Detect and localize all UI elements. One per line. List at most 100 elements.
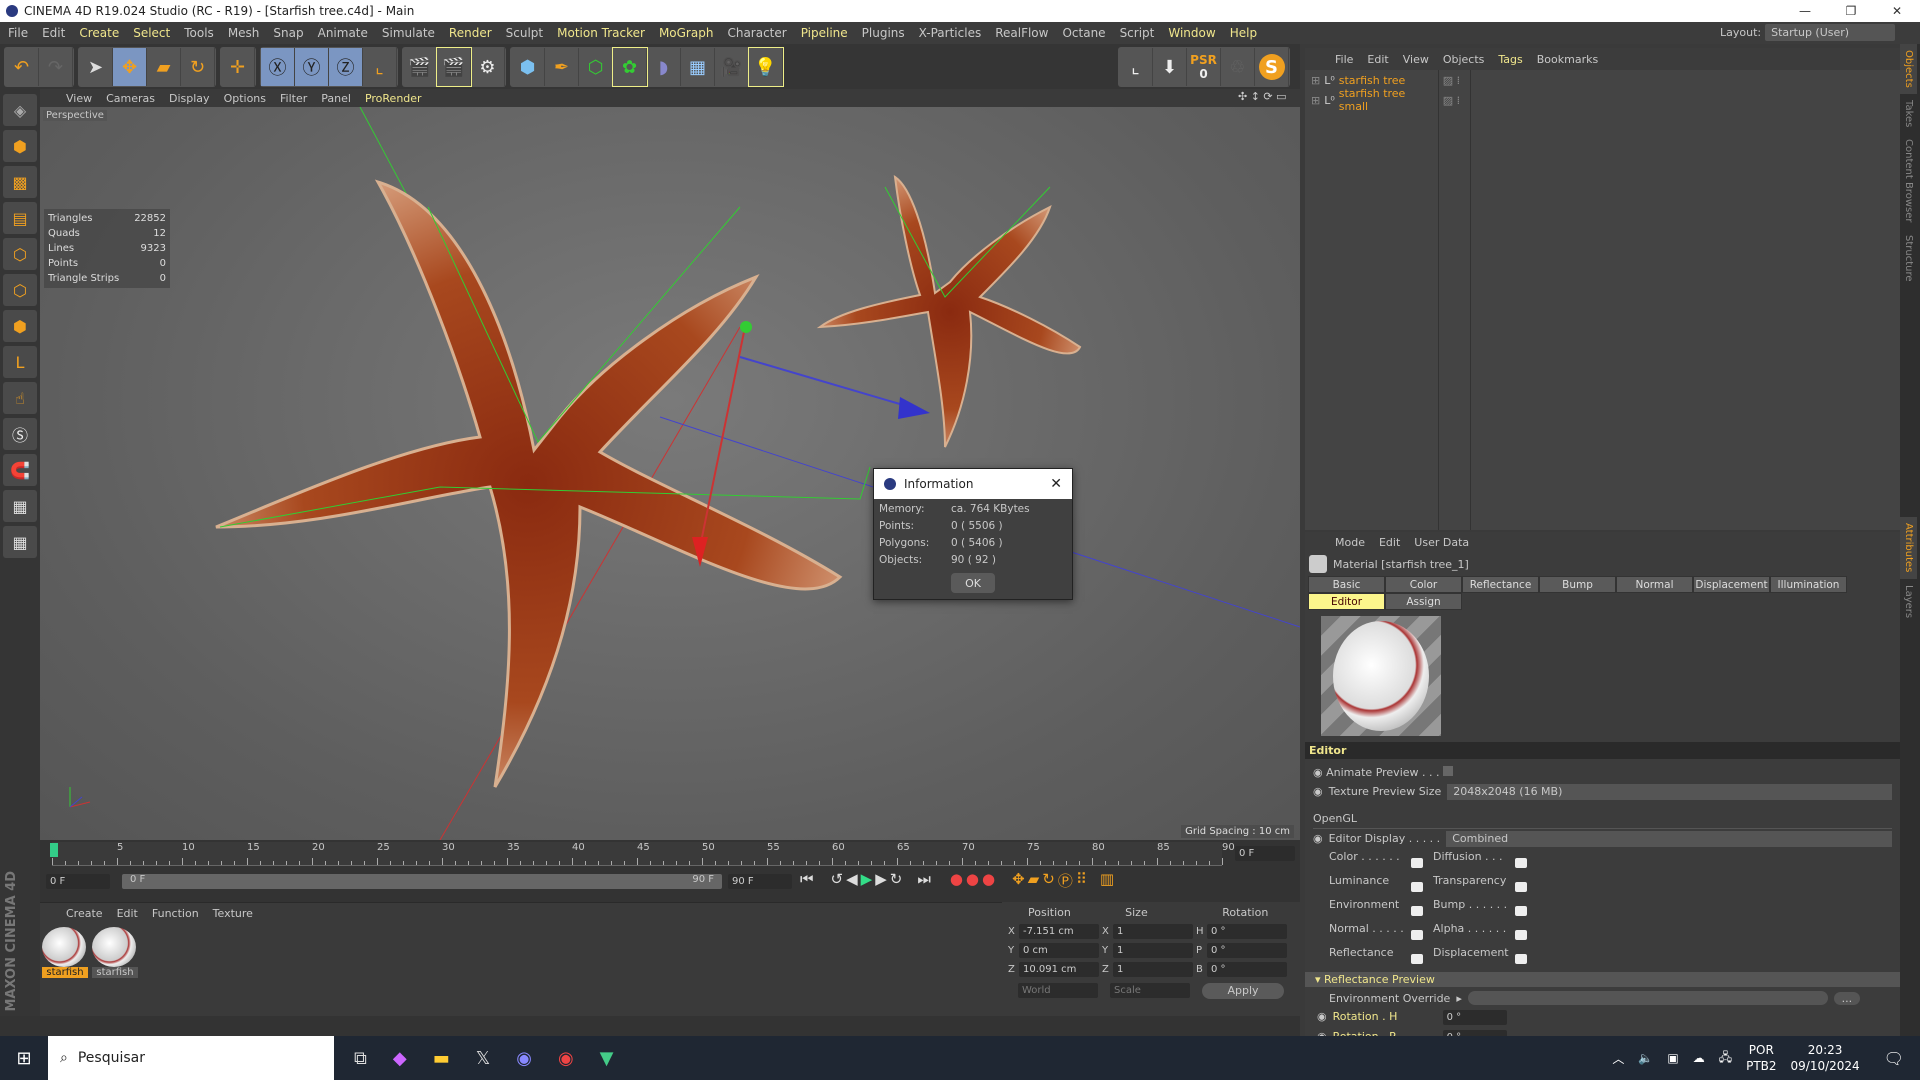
tweak-icon[interactable]: ☝ [3,382,37,414]
network-icon[interactable]: 🖧 [1719,1048,1732,1069]
tab-assign[interactable]: Assign [1385,593,1462,610]
side-tab-content-browser[interactable]: Content Browser [1900,133,1917,228]
viewport-menu-filter[interactable]: Filter [280,92,307,105]
menu-octane[interactable]: Octane [1062,26,1105,40]
channel-toggle[interactable]: Alpha . . . . . . [1433,920,1537,944]
viewport-menu-cameras[interactable]: Cameras [106,92,155,105]
coord-field[interactable]: 0 ° [1207,943,1287,958]
object-menu-objects[interactable]: Objects [1443,53,1485,66]
viewport-nav-icons[interactable]: ✣ ↕ ⟳ ▭ [1238,90,1287,103]
move-tool-icon[interactable]: ✥ [113,48,147,86]
rotate-tool-icon[interactable]: ↻ [181,48,215,86]
render-picture-viewer-icon[interactable]: 🎬 [436,47,472,87]
tab-color[interactable]: Color [1385,576,1462,593]
menu-window[interactable]: Window [1168,26,1215,40]
polygons-mode-icon[interactable]: ⬢ [3,310,37,342]
tab-basic[interactable]: Basic [1308,576,1385,593]
menu-mograph[interactable]: MoGraph [659,26,714,40]
channel-toggle[interactable]: Transparency [1433,872,1537,896]
visibility-toggle-icon[interactable]: ▨ ⁞ [1443,94,1460,107]
side-tab-objects[interactable]: Objects [1900,44,1917,94]
timeline[interactable]: 051015202530354045505560657075808590 0 F… [40,840,1300,902]
environment-override-field[interactable] [1467,991,1828,1005]
viewport-menu-panel[interactable]: Panel [321,92,351,105]
viewport-menu-options[interactable]: Options [224,92,266,105]
size-mode-dropdown[interactable]: Scale [1110,983,1190,998]
minimize-button[interactable]: — [1782,0,1828,22]
autokey-icon[interactable]: ● [966,870,979,891]
coordinate-system-icon[interactable]: ⌞ [363,48,397,86]
task-view-icon[interactable]: ⧉ [354,1048,367,1069]
object-menu-bookmarks[interactable]: Bookmarks [1537,53,1598,66]
maximize-button[interactable]: ❐ [1828,0,1874,22]
animate-radio-icon[interactable]: ◉ [1317,1007,1327,1027]
menu-realflow[interactable]: RealFlow [995,26,1048,40]
material-menu-edit[interactable]: Edit [117,907,138,923]
viewport-menu-display[interactable]: Display [169,92,210,105]
recycle-icon[interactable]: ♲ [1221,48,1255,86]
attr-menu-edit[interactable]: Edit [1379,536,1400,549]
tab-displacement[interactable]: Displacement [1693,576,1770,593]
psr-button[interactable]: PSR 0 [1187,48,1221,86]
record-icon[interactable]: ● [950,870,963,891]
menu-motion-tracker[interactable]: Motion Tracker [557,26,645,40]
grid-snap-icon[interactable]: ▦ [3,526,37,558]
viewport-menu-view[interactable]: View [66,92,92,105]
cinema4d-taskbar-icon[interactable]: ◉ [516,1048,532,1069]
cloner-icon[interactable]: ✿ [612,47,648,87]
side-tab-attributes[interactable]: Attributes [1900,517,1917,579]
grid-lock-icon[interactable]: ▦ [3,490,37,522]
go-to-end-icon[interactable]: ⏭ [917,870,931,891]
layout-dropdown[interactable]: Startup (User) [1765,24,1896,41]
channel-toggle[interactable]: Luminance [1329,872,1433,896]
channel-toggle[interactable]: Color . . . . . . [1329,848,1433,872]
menu-sculpt[interactable]: Sculpt [506,26,543,40]
scale-tool-icon[interactable]: ▰ [147,48,181,86]
tab-normal[interactable]: Normal [1616,576,1693,593]
light-icon[interactable]: 💡 [748,47,784,87]
viewport-menu-prorender[interactable]: ProRender [365,92,422,105]
drop-to-floor-icon[interactable]: ⬇ [1153,48,1187,86]
notifications-icon[interactable]: 🗨 [1884,1049,1904,1068]
editor-display-dropdown[interactable]: Combined [1446,831,1892,847]
app-icon[interactable]: ▼ [600,1048,614,1069]
points-mode-icon[interactable]: ⬡ [3,238,37,270]
object-menu-view[interactable]: View [1403,53,1429,66]
copilot-icon[interactable]: ◆ [393,1048,407,1069]
playhead[interactable] [50,843,58,857]
apply-button[interactable]: Apply [1202,983,1284,999]
menu-select[interactable]: Select [133,26,170,40]
attr-menu-mode[interactable]: Mode [1335,536,1365,549]
tab-illumination[interactable]: Illumination [1770,576,1847,593]
make-editable-icon[interactable]: ◈ [3,94,37,126]
clock[interactable]: 20:23 09/10/2024 [1791,1042,1860,1074]
material-menu-texture[interactable]: Texture [213,907,253,923]
s-plugin-icon[interactable]: S [1255,48,1289,86]
render-view-icon[interactable]: 🎬 [403,48,437,86]
menu-help[interactable]: Help [1230,26,1257,40]
menu-create[interactable]: Create [79,26,119,40]
language-indicator[interactable]: POR PTB2 [1746,1042,1776,1074]
subdivision-icon[interactable]: ⬡ [579,48,613,86]
side-tab-structure[interactable]: Structure [1900,229,1917,288]
timeline-window-icon[interactable]: ▥ [1100,870,1114,891]
coord-field[interactable]: 0 cm [1019,943,1099,958]
channel-toggle[interactable]: Environment [1329,896,1433,920]
material-menu-create[interactable]: Create [66,907,103,923]
menu-pipeline[interactable]: Pipeline [801,26,848,40]
menu-character[interactable]: Character [727,26,786,40]
floor-icon[interactable]: ▦ [681,48,715,86]
expand-icon[interactable]: ⊞ [1311,74,1320,87]
menu-tools[interactable]: Tools [184,26,214,40]
coord-field[interactable]: 10.091 cm [1019,962,1099,977]
last-tool-icon[interactable]: ✛ [221,48,255,86]
file-explorer-icon[interactable]: ▬ [433,1048,450,1069]
expand-icon[interactable]: ⊞ [1311,94,1320,107]
select-tool-icon[interactable]: ➤ [79,48,113,86]
menu-script[interactable]: Script [1120,26,1155,40]
texture-mode-icon[interactable]: ▩ [3,166,37,198]
go-to-start-icon[interactable]: ⏮ [800,870,814,891]
workplane-icon[interactable]: ▤ [3,202,37,234]
keyframe-selection-icon[interactable]: ● [982,870,995,891]
render-settings-icon[interactable]: ⚙ [471,48,505,86]
